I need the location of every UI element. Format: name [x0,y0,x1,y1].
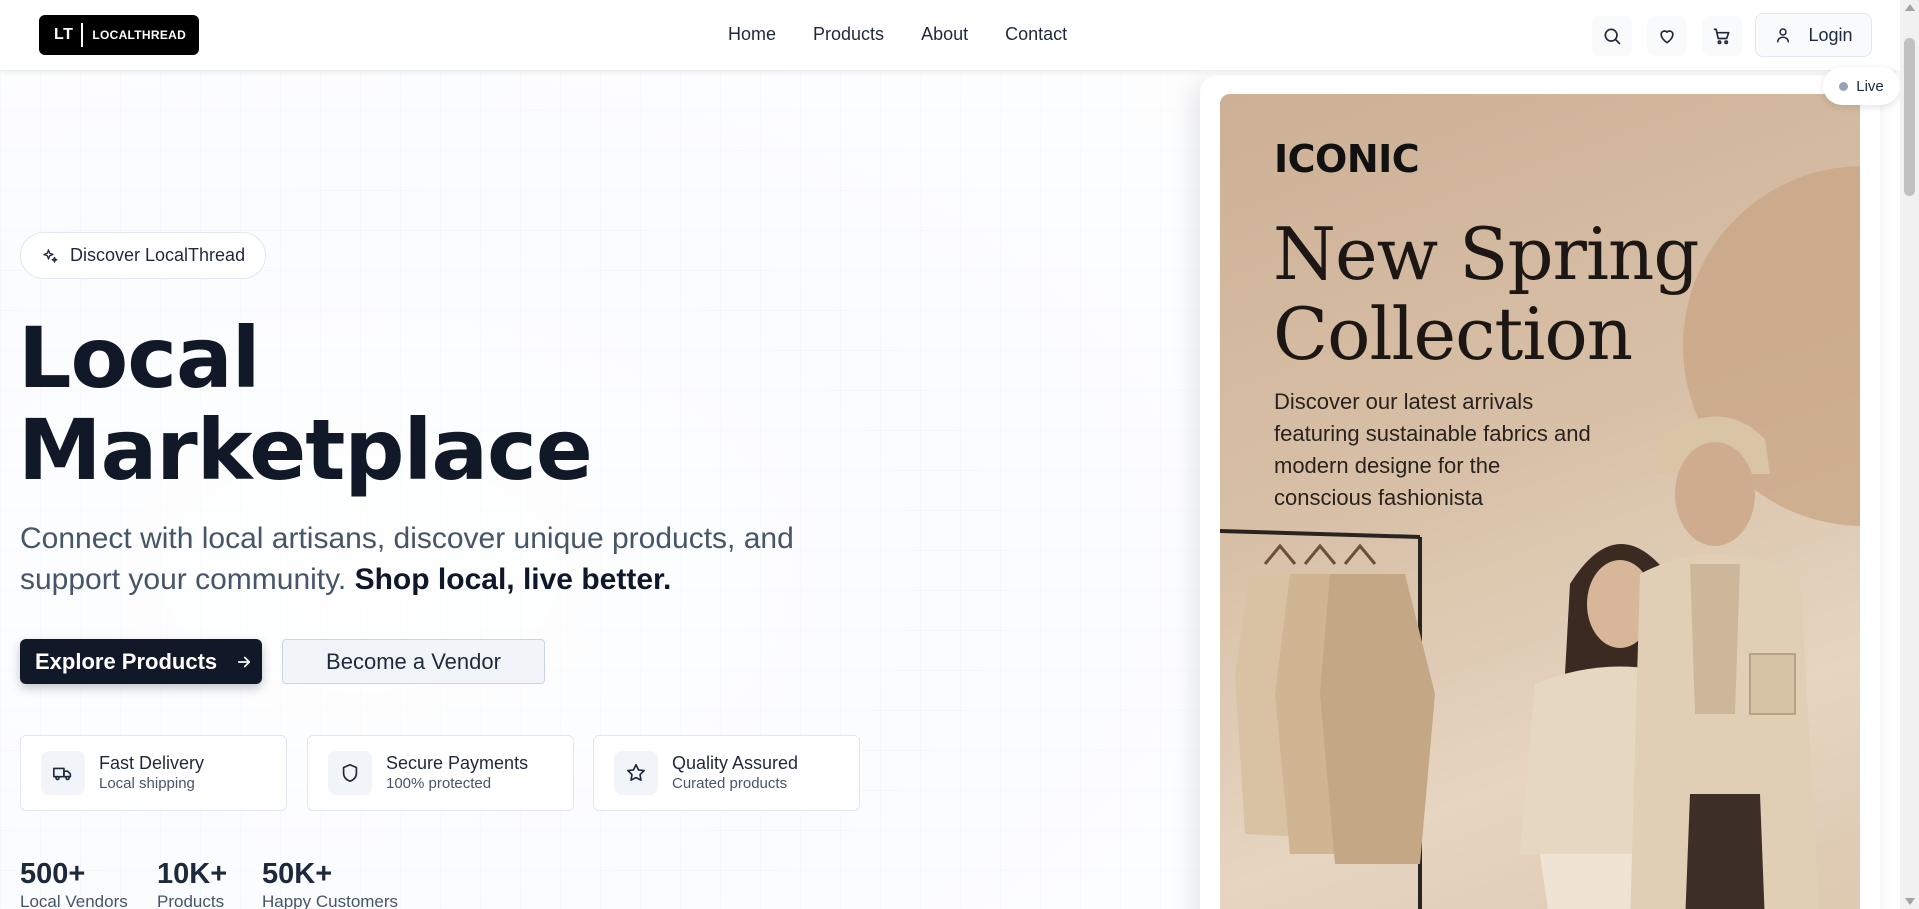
feature-title: Quality Assured [672,753,799,773]
promo-title-line2: Collection [1273,292,1633,376]
truck-icon [53,767,72,781]
hero-title-line2: Marketplace [18,401,593,499]
feature-subtitle: Curated products [672,775,788,792]
sparkles-icon [43,248,58,263]
cart-button[interactable] [1702,16,1742,56]
feature-card-payments: Secure Payments 100% protected [307,735,574,811]
promo-description: Discover our latest arrivals featuring s… [1274,389,1591,510]
scroll-thumb[interactable] [1904,38,1915,196]
stat-label: Local Vendors [20,892,128,909]
scroll-down-icon[interactable] [1905,898,1915,905]
brand-mark: LT [54,26,74,43]
wishlist-button[interactable] [1647,16,1687,56]
feature-title: Fast Delivery [99,753,205,773]
feature-icon-box [328,751,372,795]
feature-title: Secure Payments [386,753,529,773]
stat-products: 10K+ Products [157,857,227,909]
feature-text: Fast Delivery Local shipping [99,752,204,794]
heart-icon [1660,30,1674,44]
shield-icon [342,763,358,783]
promo-banner[interactable]: ICONIC New Spring Collection Discover ou… [1220,94,1860,909]
nav-about[interactable]: About [921,24,968,45]
stat-label: Products [157,892,225,909]
stat-vendors: 500+ Local Vendors [20,857,128,909]
login-label: Login [1808,24,1853,45]
feature-icon-box [614,751,658,795]
stat-label: Happy Customers [262,892,399,909]
feature-icon-box [41,751,85,795]
live-label: Live [1856,77,1884,95]
hero-subtitle: Connect with local artisans, discover un… [20,518,840,600]
stat-value: 10K+ [157,858,228,890]
brand-divider [81,23,84,47]
promo-title: New Spring Collection [1273,212,1699,376]
live-dot-icon [1839,81,1849,91]
hero-subtitle-emphasis: Shop local, live better. [354,563,672,596]
stat-value: 50K+ [262,858,333,890]
nav-contact[interactable]: Contact [1005,24,1067,45]
explore-products-button[interactable]: Explore Products [20,639,262,684]
promo-title-line1: New Spring [1273,212,1699,296]
brand-name: LOCALTHREAD [92,28,187,42]
search-icon [1604,28,1621,45]
feature-subtitle: Local shipping [99,775,195,792]
promo-brand: ICONIC [1274,137,1420,181]
main-nav: Home Products About Contact [728,24,1067,45]
live-badge: Live [1823,67,1900,105]
hero-badge: Discover LocalThread [20,232,267,279]
brand-logo[interactable]: LT LOCALTHREAD [39,15,199,55]
feature-subtitle: 100% protected [386,775,492,792]
arrow-right-icon [238,656,251,667]
search-button[interactable] [1592,16,1632,56]
feature-text: Secure Payments 100% protected [386,752,528,794]
scroll-up-icon[interactable] [1905,4,1915,11]
user-icon [1777,28,1790,43]
nav-home[interactable]: Home [728,24,776,45]
hero-title-line1: Local [18,309,261,407]
hero-badge-label: Discover LocalThread [70,245,246,265]
feature-text: Quality Assured Curated products [672,752,798,794]
site-header: LT LOCALTHREAD Home Products About Conta… [0,0,1900,70]
login-button[interactable]: Login [1755,13,1872,57]
feature-card-quality: Quality Assured Curated products [593,735,860,811]
stat-value: 500+ [20,858,86,890]
feature-card-delivery: Fast Delivery Local shipping [20,735,287,811]
hero-title: Local Marketplace [18,309,593,499]
explore-products-label: Explore Products [35,648,218,674]
become-vendor-label: Become a Vendor [326,648,501,674]
star-icon [627,763,645,781]
nav-products[interactable]: Products [813,24,884,45]
become-vendor-button[interactable]: Become a Vendor [282,639,545,684]
stat-customers: 50K+ Happy Customers [262,857,398,909]
vertical-scrollbar[interactable] [1900,0,1919,909]
cart-icon [1713,28,1730,45]
